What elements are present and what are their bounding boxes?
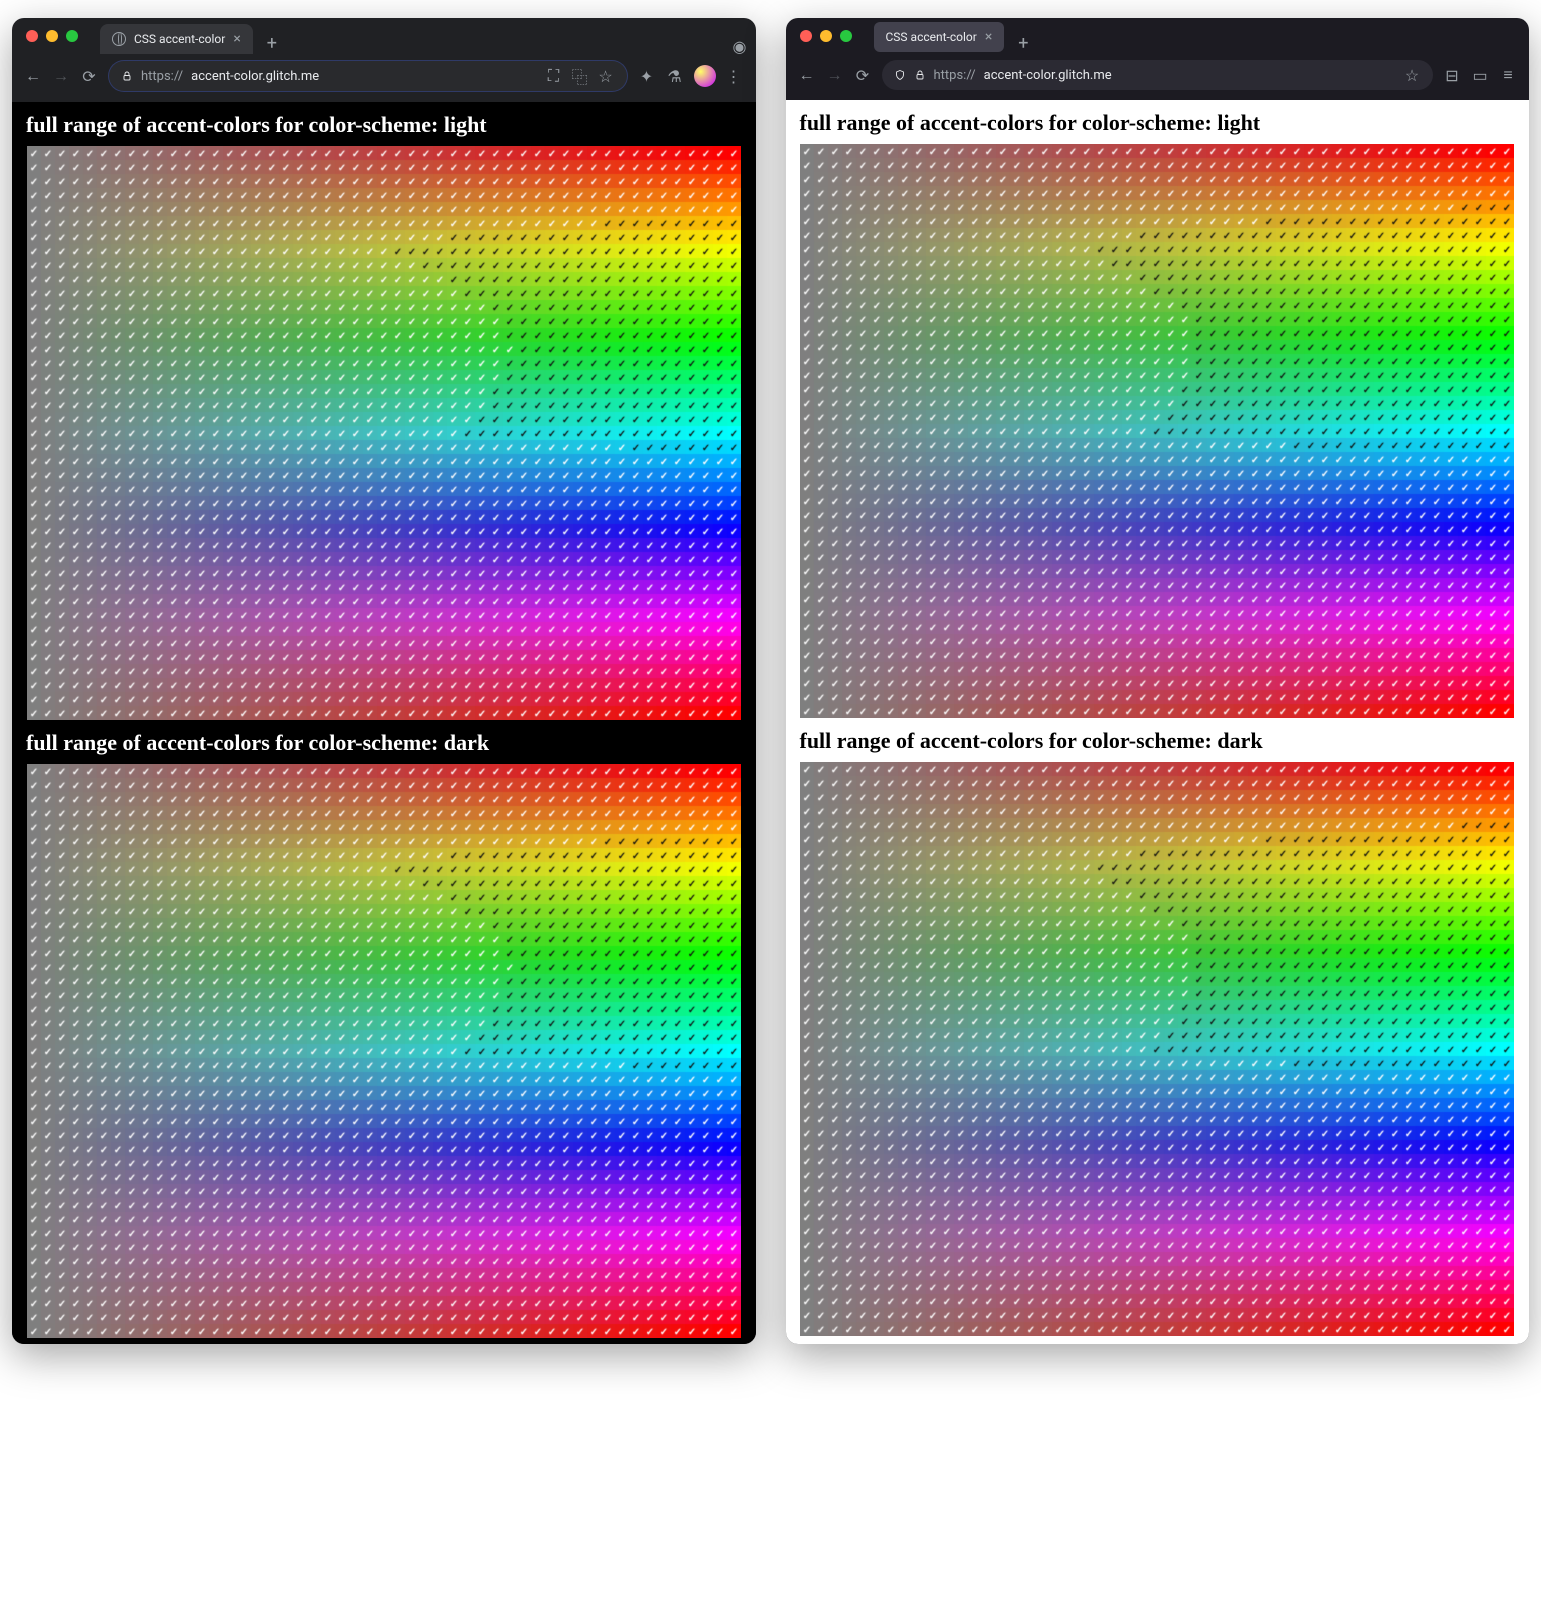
overflow-menu-button[interactable]: ⋮: [726, 67, 744, 86]
toolbar: ← → ⟳ https:// accent-color.glitch.me ⛶ ⿻…: [12, 54, 756, 102]
tab-title: CSS accent-color: [886, 30, 977, 44]
address-bar[interactable]: https:// accent-color.glitch.me ☆: [882, 60, 1434, 90]
new-tab-button[interactable]: +: [259, 33, 285, 54]
zoom-window-button[interactable]: [66, 30, 78, 42]
shield-icon: [894, 69, 906, 81]
url-domain: accent-color.glitch.me: [984, 68, 1112, 83]
accent-grid-light: [800, 144, 1514, 718]
accent-grid-light: [27, 146, 741, 720]
labs-icon[interactable]: ⚗: [666, 67, 684, 86]
new-tab-button[interactable]: +: [1010, 33, 1036, 54]
bookmark-star-icon[interactable]: ☆: [597, 67, 615, 86]
menu-button[interactable]: ≡: [1499, 65, 1517, 85]
accent-grid-dark: [800, 762, 1514, 1336]
forward-button[interactable]: →: [826, 65, 844, 85]
traffic-lights: [12, 18, 92, 54]
back-button[interactable]: ←: [798, 65, 816, 85]
devices-icon[interactable]: ⛶: [545, 66, 563, 86]
extensions-icon[interactable]: ✦: [638, 67, 656, 86]
close-window-button[interactable]: [800, 30, 812, 42]
lock-icon: [914, 69, 926, 81]
forward-button[interactable]: →: [52, 66, 70, 86]
lock-icon: [121, 70, 133, 82]
reload-button[interactable]: ⟳: [854, 66, 872, 85]
chrome-window: CSS accent-color × + ◉ ← → ⟳ https:// acc…: [12, 18, 756, 1344]
heading-light: full range of accent-colors for color-sc…: [786, 100, 1530, 144]
toolbar: ← → ⟳ https:// accent-color.glitch.me ☆ ⊟…: [786, 54, 1530, 100]
profile-avatar[interactable]: [694, 65, 716, 87]
url-domain: accent-color.glitch.me: [191, 69, 319, 84]
close-window-button[interactable]: [26, 30, 38, 42]
tab-title: CSS accent-color: [134, 32, 225, 46]
reader-icon[interactable]: ⊟: [1443, 66, 1461, 85]
accent-grid-dark: [27, 764, 741, 1338]
browser-tab-active[interactable]: CSS accent-color ×: [100, 24, 253, 54]
cast-icon[interactable]: ◉: [732, 38, 748, 54]
page-content: full range of accent-colors for color-sc…: [12, 102, 756, 1344]
traffic-lights: [786, 18, 866, 54]
close-tab-icon[interactable]: ×: [985, 30, 992, 44]
url-scheme: https://: [141, 69, 183, 84]
back-button[interactable]: ←: [24, 66, 42, 86]
address-bar[interactable]: https:// accent-color.glitch.me ⛶ ⿻ ☆: [108, 60, 628, 92]
close-tab-icon[interactable]: ×: [233, 32, 240, 46]
bookmark-star-icon[interactable]: ☆: [1403, 66, 1421, 85]
firefox-window: CSS accent-color × + ← → ⟳ https:// accen…: [786, 18, 1530, 1344]
heading-dark: full range of accent-colors for color-sc…: [12, 720, 756, 764]
browser-tab-active[interactable]: CSS accent-color ×: [874, 22, 1005, 52]
page-content: full range of accent-colors for color-sc…: [786, 100, 1530, 1344]
zoom-window-button[interactable]: [840, 30, 852, 42]
sidebar-icon[interactable]: ▭: [1471, 66, 1489, 85]
globe-icon: [112, 32, 126, 46]
minimize-window-button[interactable]: [46, 30, 58, 42]
reload-button[interactable]: ⟳: [80, 67, 98, 86]
url-scheme: https://: [934, 68, 976, 83]
heading-dark: full range of accent-colors for color-sc…: [786, 718, 1530, 762]
minimize-window-button[interactable]: [820, 30, 832, 42]
qr-icon[interactable]: ⿻: [571, 64, 589, 88]
heading-light: full range of accent-colors for color-sc…: [12, 102, 756, 146]
